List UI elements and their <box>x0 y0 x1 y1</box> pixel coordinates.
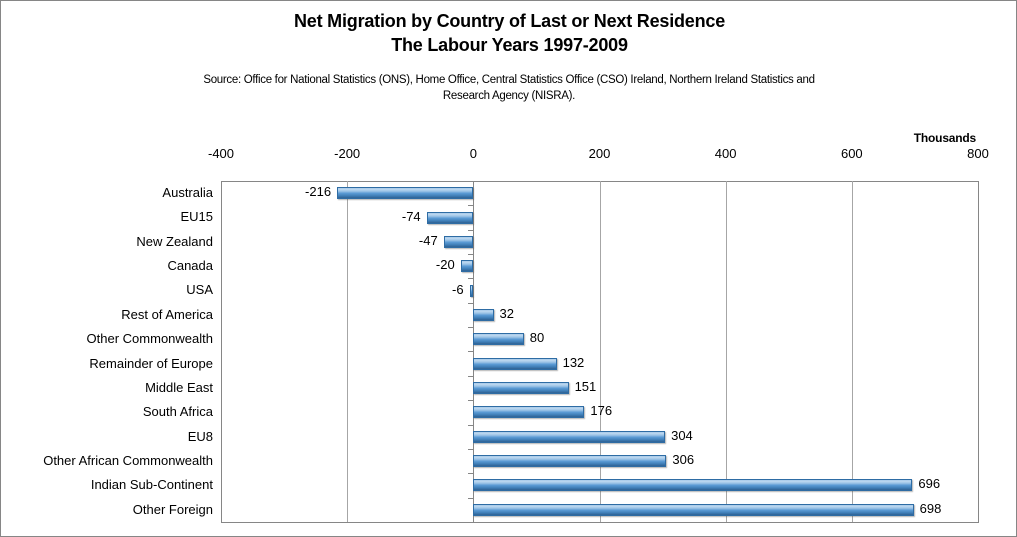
chart-source-note: Source: Office for National Statistics (… <box>203 74 815 102</box>
bar-value-label: -216 <box>305 184 332 200</box>
category-label: Canada <box>167 258 213 274</box>
chart-title: Net Migration by Country of Last or Next… <box>1 9 1016 57</box>
bar-value-label: 306 <box>672 452 695 468</box>
bar[interactable] <box>473 479 913 492</box>
bar-row: Remainder of Europe 132 <box>1 352 1016 377</box>
y-axis-tick-mark <box>468 521 474 523</box>
bar-row: Indian Sub-Continent 696 <box>1 473 1016 499</box>
bar[interactable] <box>473 357 557 370</box>
x-tick-label-800: 800 <box>967 146 989 161</box>
bar-value-label: 132 <box>562 354 585 370</box>
plot-bottom-border <box>221 522 979 523</box>
bar[interactable] <box>443 235 474 248</box>
bar-row: EU8 304 <box>1 425 1016 450</box>
category-label: Rest of America <box>121 306 213 322</box>
bar-row: Other Commonwealth 80 <box>1 327 1016 353</box>
chart-container: Net Migration by Country of Last or Next… <box>0 0 1017 537</box>
bar-row: Australia -216 <box>1 181 1016 207</box>
bar-value-label: 304 <box>671 427 693 443</box>
x-tick-label--400: -400 <box>207 146 235 161</box>
x-tick-label--200: -200 <box>334 146 361 161</box>
bar-row: New Zealand -47 <box>1 230 1016 256</box>
bar[interactable] <box>460 260 474 273</box>
bar-value-label: -74 <box>401 208 421 224</box>
bar-value-label: 80 <box>529 330 545 346</box>
bar[interactable] <box>469 284 474 297</box>
bar-row: Rest of America 32 <box>1 303 1016 329</box>
bar-row: USA -6 <box>1 278 1016 304</box>
bar-value-label: -20 <box>435 257 455 273</box>
bar-row: Middle East 151 <box>1 376 1016 402</box>
category-label: Middle East <box>145 379 213 395</box>
category-label: Australia <box>162 185 213 200</box>
category-label: South Africa <box>142 404 213 420</box>
bar[interactable] <box>473 406 585 419</box>
bar-row: Canada -20 <box>1 254 1016 280</box>
category-label: New Zealand <box>136 233 213 249</box>
category-label: Other African Commonwealth <box>43 452 213 468</box>
bar[interactable] <box>473 503 914 516</box>
bar-value-label: 696 <box>918 476 941 492</box>
category-label: EU15 <box>180 209 213 225</box>
category-label: Other Commonwealth <box>86 331 213 347</box>
category-label: EU8 <box>187 428 213 444</box>
axis-units-label: Thousands <box>913 131 976 145</box>
bar[interactable] <box>473 308 494 321</box>
bar[interactable] <box>473 455 667 468</box>
chart-title-line-1: Net Migration by Country of Last or Next… <box>293 11 726 31</box>
bar[interactable] <box>473 382 569 395</box>
bar-row: Other Foreign 698 <box>1 498 1016 523</box>
bar-row: South Africa 176 <box>1 400 1016 426</box>
bar-value-label: -47 <box>418 232 438 248</box>
bar[interactable] <box>337 187 474 200</box>
chart-title-line-2: The Labour Years 1997-2009 <box>391 35 628 55</box>
category-label: Indian Sub-Continent <box>90 477 213 493</box>
bar-row: EU15 -74 <box>1 205 1016 231</box>
bar[interactable] <box>473 430 666 443</box>
x-tick-label-600: 600 <box>840 146 863 161</box>
bar[interactable] <box>426 211 474 224</box>
bar-value-label: 176 <box>590 403 613 419</box>
bar-value-label: 151 <box>574 379 597 395</box>
bar-value-label: 698 <box>919 500 942 516</box>
bar-value-label: -6 <box>452 281 464 297</box>
category-label: USA <box>186 282 213 298</box>
bar[interactable] <box>473 333 524 346</box>
bar-value-label: 32 <box>499 305 514 321</box>
category-label: Other Foreign <box>132 501 213 517</box>
x-tick-label-400: 400 <box>714 146 737 161</box>
x-tick-label-0: 0 <box>469 146 477 161</box>
x-tick-label-200: 200 <box>588 146 611 161</box>
category-label: Remainder of Europe <box>89 355 213 371</box>
bar-row: Other African Commonwealth 306 <box>1 449 1016 475</box>
